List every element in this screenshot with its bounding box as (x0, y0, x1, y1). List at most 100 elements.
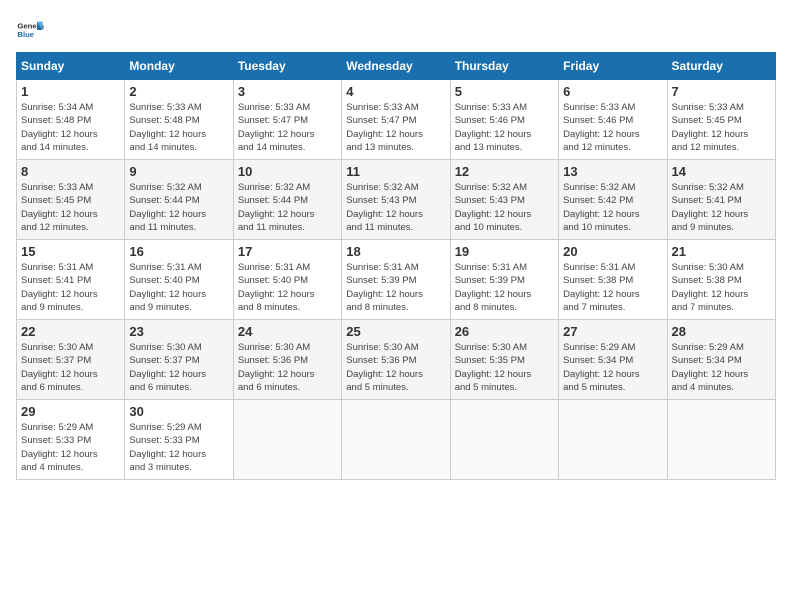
calendar-cell: 14 Sunrise: 5:32 AM Sunset: 5:41 PM Dayli… (667, 160, 775, 240)
day-info: Sunrise: 5:29 AM Sunset: 5:33 PM Dayligh… (21, 421, 120, 474)
calendar-cell: 7 Sunrise: 5:33 AM Sunset: 5:45 PM Daylig… (667, 80, 775, 160)
day-number: 12 (455, 164, 554, 179)
calendar-cell: 16 Sunrise: 5:31 AM Sunset: 5:40 PM Dayli… (125, 240, 233, 320)
day-info: Sunrise: 5:33 AM Sunset: 5:47 PM Dayligh… (346, 101, 445, 154)
day-info: Sunrise: 5:32 AM Sunset: 5:43 PM Dayligh… (455, 181, 554, 234)
svg-text:Blue: Blue (17, 30, 34, 39)
calendar-cell: 5 Sunrise: 5:33 AM Sunset: 5:46 PM Daylig… (450, 80, 558, 160)
calendar-cell: 28 Sunrise: 5:29 AM Sunset: 5:34 PM Dayli… (667, 320, 775, 400)
week-row-2: 8Sunrise: 5:33 AM Sunset: 5:45 PM Daylig… (17, 160, 776, 240)
calendar-cell: 1 Sunrise: 5:34 AM Sunset: 5:48 PM Daylig… (17, 80, 125, 160)
calendar-cell: 27 Sunrise: 5:29 AM Sunset: 5:34 PM Dayli… (559, 320, 667, 400)
day-info: Sunrise: 5:29 AM Sunset: 5:34 PM Dayligh… (563, 341, 662, 394)
day-number: 9 (129, 164, 228, 179)
day-info: Sunrise: 5:32 AM Sunset: 5:41 PM Dayligh… (672, 181, 771, 234)
day-number: 1 (21, 84, 120, 99)
calendar-cell: 10 Sunrise: 5:32 AM Sunset: 5:44 PM Dayli… (233, 160, 341, 240)
day-number: 27 (563, 324, 662, 339)
calendar-cell: 2 Sunrise: 5:33 AM Sunset: 5:48 PM Daylig… (125, 80, 233, 160)
day-info: Sunrise: 5:30 AM Sunset: 5:38 PM Dayligh… (672, 261, 771, 314)
calendar-cell: 18 Sunrise: 5:31 AM Sunset: 5:39 PM Dayli… (342, 240, 450, 320)
day-number: 18 (346, 244, 445, 259)
day-info: Sunrise: 5:30 AM Sunset: 5:36 PM Dayligh… (238, 341, 337, 394)
day-number: 10 (238, 164, 337, 179)
day-info: Sunrise: 5:31 AM Sunset: 5:40 PM Dayligh… (129, 261, 228, 314)
day-info: Sunrise: 5:33 AM Sunset: 5:45 PM Dayligh… (21, 181, 120, 234)
day-info: Sunrise: 5:30 AM Sunset: 5:37 PM Dayligh… (129, 341, 228, 394)
day-number: 4 (346, 84, 445, 99)
day-info: Sunrise: 5:31 AM Sunset: 5:41 PM Dayligh… (21, 261, 120, 314)
column-header-thursday: Thursday (450, 53, 558, 80)
calendar-cell: 3Sunrise: 5:33 AM Sunset: 5:47 PM Daylig… (233, 80, 341, 160)
column-header-monday: Monday (125, 53, 233, 80)
calendar-cell: 24 Sunrise: 5:30 AM Sunset: 5:36 PM Dayli… (233, 320, 341, 400)
day-number: 2 (129, 84, 228, 99)
day-info: Sunrise: 5:31 AM Sunset: 5:39 PM Dayligh… (455, 261, 554, 314)
calendar-cell: 26Sunrise: 5:30 AM Sunset: 5:35 PM Dayli… (450, 320, 558, 400)
day-info: Sunrise: 5:31 AM Sunset: 5:40 PM Dayligh… (238, 261, 337, 314)
day-number: 5 (455, 84, 554, 99)
day-number: 24 (238, 324, 337, 339)
day-number: 28 (672, 324, 771, 339)
calendar-cell: 22 Sunrise: 5:30 AM Sunset: 5:37 PM Dayli… (17, 320, 125, 400)
calendar-cell: 17Sunrise: 5:31 AM Sunset: 5:40 PM Dayli… (233, 240, 341, 320)
week-row-1: 1 Sunrise: 5:34 AM Sunset: 5:48 PM Daylig… (17, 80, 776, 160)
column-header-wednesday: Wednesday (342, 53, 450, 80)
day-number: 13 (563, 164, 662, 179)
calendar-cell: 12 Sunrise: 5:32 AM Sunset: 5:43 PM Dayli… (450, 160, 558, 240)
day-info: Sunrise: 5:30 AM Sunset: 5:36 PM Dayligh… (346, 341, 445, 394)
day-info: Sunrise: 5:29 AM Sunset: 5:34 PM Dayligh… (672, 341, 771, 394)
page-header: General Blue (16, 16, 776, 44)
day-number: 22 (21, 324, 120, 339)
day-info: Sunrise: 5:33 AM Sunset: 5:48 PM Dayligh… (129, 101, 228, 154)
calendar-cell: 11 Sunrise: 5:32 AM Sunset: 5:43 PM Dayli… (342, 160, 450, 240)
day-number: 11 (346, 164, 445, 179)
day-info: Sunrise: 5:31 AM Sunset: 5:38 PM Dayligh… (563, 261, 662, 314)
day-number: 7 (672, 84, 771, 99)
day-number: 25 (346, 324, 445, 339)
day-info: Sunrise: 5:31 AM Sunset: 5:39 PM Dayligh… (346, 261, 445, 314)
day-info: Sunrise: 5:32 AM Sunset: 5:44 PM Dayligh… (129, 181, 228, 234)
day-number: 15 (21, 244, 120, 259)
day-number: 26 (455, 324, 554, 339)
logo: General Blue (16, 16, 44, 44)
day-number: 14 (672, 164, 771, 179)
day-info: Sunrise: 5:33 AM Sunset: 5:46 PM Dayligh… (563, 101, 662, 154)
day-number: 6 (563, 84, 662, 99)
calendar-cell: 6 Sunrise: 5:33 AM Sunset: 5:46 PM Daylig… (559, 80, 667, 160)
day-info: Sunrise: 5:33 AM Sunset: 5:47 PM Dayligh… (238, 101, 337, 154)
calendar-table: SundayMondayTuesdayWednesdayThursdayFrid… (16, 52, 776, 480)
logo-icon: General Blue (16, 16, 44, 44)
calendar-cell: 23 Sunrise: 5:30 AM Sunset: 5:37 PM Dayli… (125, 320, 233, 400)
day-number: 30 (129, 404, 228, 419)
day-number: 29 (21, 404, 120, 419)
calendar-cell (342, 400, 450, 480)
day-number: 16 (129, 244, 228, 259)
day-info: Sunrise: 5:33 AM Sunset: 5:45 PM Dayligh… (672, 101, 771, 154)
calendar-cell: 8Sunrise: 5:33 AM Sunset: 5:45 PM Daylig… (17, 160, 125, 240)
week-row-4: 22 Sunrise: 5:30 AM Sunset: 5:37 PM Dayli… (17, 320, 776, 400)
day-number: 23 (129, 324, 228, 339)
day-number: 20 (563, 244, 662, 259)
day-info: Sunrise: 5:34 AM Sunset: 5:48 PM Dayligh… (21, 101, 120, 154)
calendar-cell: 19 Sunrise: 5:31 AM Sunset: 5:39 PM Dayli… (450, 240, 558, 320)
day-info: Sunrise: 5:33 AM Sunset: 5:46 PM Dayligh… (455, 101, 554, 154)
column-header-friday: Friday (559, 53, 667, 80)
calendar-cell (450, 400, 558, 480)
day-number: 19 (455, 244, 554, 259)
calendar-cell: 21Sunrise: 5:30 AM Sunset: 5:38 PM Dayli… (667, 240, 775, 320)
day-info: Sunrise: 5:32 AM Sunset: 5:43 PM Dayligh… (346, 181, 445, 234)
column-header-sunday: Sunday (17, 53, 125, 80)
day-info: Sunrise: 5:32 AM Sunset: 5:42 PM Dayligh… (563, 181, 662, 234)
calendar-cell: 13 Sunrise: 5:32 AM Sunset: 5:42 PM Dayli… (559, 160, 667, 240)
calendar-cell: 30 Sunrise: 5:29 AM Sunset: 5:33 PM Dayli… (125, 400, 233, 480)
column-header-saturday: Saturday (667, 53, 775, 80)
column-header-tuesday: Tuesday (233, 53, 341, 80)
week-row-5: 29 Sunrise: 5:29 AM Sunset: 5:33 PM Dayli… (17, 400, 776, 480)
calendar-cell: 29 Sunrise: 5:29 AM Sunset: 5:33 PM Dayli… (17, 400, 125, 480)
day-info: Sunrise: 5:32 AM Sunset: 5:44 PM Dayligh… (238, 181, 337, 234)
calendar-cell: 4 Sunrise: 5:33 AM Sunset: 5:47 PM Daylig… (342, 80, 450, 160)
day-info: Sunrise: 5:29 AM Sunset: 5:33 PM Dayligh… (129, 421, 228, 474)
day-info: Sunrise: 5:30 AM Sunset: 5:37 PM Dayligh… (21, 341, 120, 394)
calendar-cell: 9 Sunrise: 5:32 AM Sunset: 5:44 PM Daylig… (125, 160, 233, 240)
